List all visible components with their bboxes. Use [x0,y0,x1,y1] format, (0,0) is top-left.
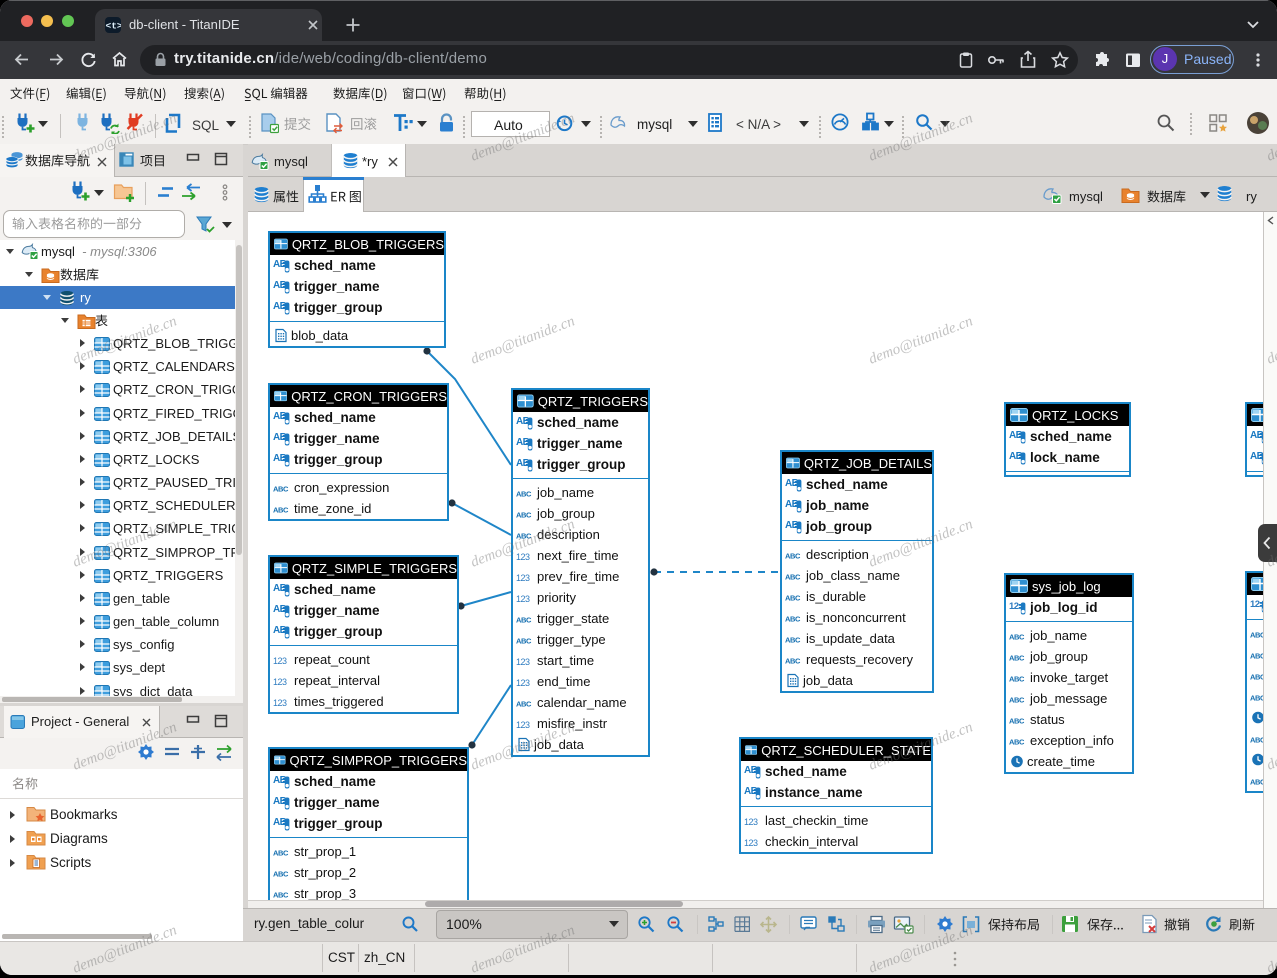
svg-text:AB: AB [1009,430,1023,441]
svg-text:AB: AB [516,437,530,448]
svg-text:ABC: ABC [516,636,532,645]
svg-text:ABC: ABC [785,656,801,665]
svg-text:AB: AB [273,817,287,828]
svg-text:ABC: ABC [1009,674,1025,683]
svg-text:AB: AB [273,280,287,291]
svg-text:AB: AB [785,478,799,489]
svg-text:123: 123 [516,594,530,604]
svg-text:AB: AB [273,259,287,270]
svg-text:AB: AB [273,583,287,594]
svg-text:AB: AB [273,604,287,615]
svg-text:<t>: <t> [106,21,122,32]
svg-text:AB: AB [1250,451,1264,462]
svg-text:123: 123 [516,573,530,583]
svg-text:ABC: ABC [273,890,289,899]
svg-text:AB: AB [1009,451,1023,462]
svg-text:123: 123 [744,838,758,848]
svg-text:ABC: ABC [516,615,532,624]
svg-text:ABC: ABC [516,510,532,519]
svg-text:AB: AB [516,416,530,427]
svg-text:123: 123 [516,678,530,688]
svg-text:AB: AB [785,520,799,531]
svg-text:123: 123 [273,656,287,666]
svg-text:AB: AB [273,432,287,443]
svg-text:ABC: ABC [1009,653,1025,662]
svg-text:ABC: ABC [1009,632,1025,641]
svg-text:123: 123 [516,720,530,730]
svg-text:ABC: ABC [1009,716,1025,725]
svg-text:ABC: ABC [785,635,801,644]
svg-text:123: 123 [273,698,287,708]
svg-text:123: 123 [516,552,530,562]
svg-text:AB: AB [273,411,287,422]
svg-text:AB: AB [273,625,287,636]
svg-text:ABC: ABC [273,848,289,857]
svg-text:123: 123 [273,677,287,687]
svg-text:AB: AB [273,775,287,786]
svg-text:AB: AB [273,453,287,464]
svg-text:ABC: ABC [785,593,801,602]
svg-text:AB: AB [744,786,758,797]
svg-text:ABC: ABC [516,699,532,708]
svg-text:ABC: ABC [273,505,289,514]
svg-text:12: 12 [1009,601,1019,612]
svg-text:ABC: ABC [785,572,801,581]
svg-text:ABC: ABC [1009,737,1025,746]
svg-text:AB: AB [273,301,287,312]
svg-text:AB: AB [744,765,758,776]
svg-text:ABC: ABC [785,614,801,623]
svg-text:AB: AB [516,458,530,469]
svg-text:ABC: ABC [785,551,801,560]
svg-text:12: 12 [1250,599,1260,610]
svg-text:AB: AB [785,499,799,510]
svg-text:ABC: ABC [273,484,289,493]
svg-text:ABC: ABC [516,489,532,498]
svg-text:AB: AB [1250,430,1264,441]
svg-text:123: 123 [744,817,758,827]
svg-text:123: 123 [516,657,530,667]
svg-text:AB: AB [273,796,287,807]
svg-text:ABC: ABC [1009,695,1025,704]
svg-text:ABC: ABC [516,531,532,540]
svg-text:ABC: ABC [273,869,289,878]
